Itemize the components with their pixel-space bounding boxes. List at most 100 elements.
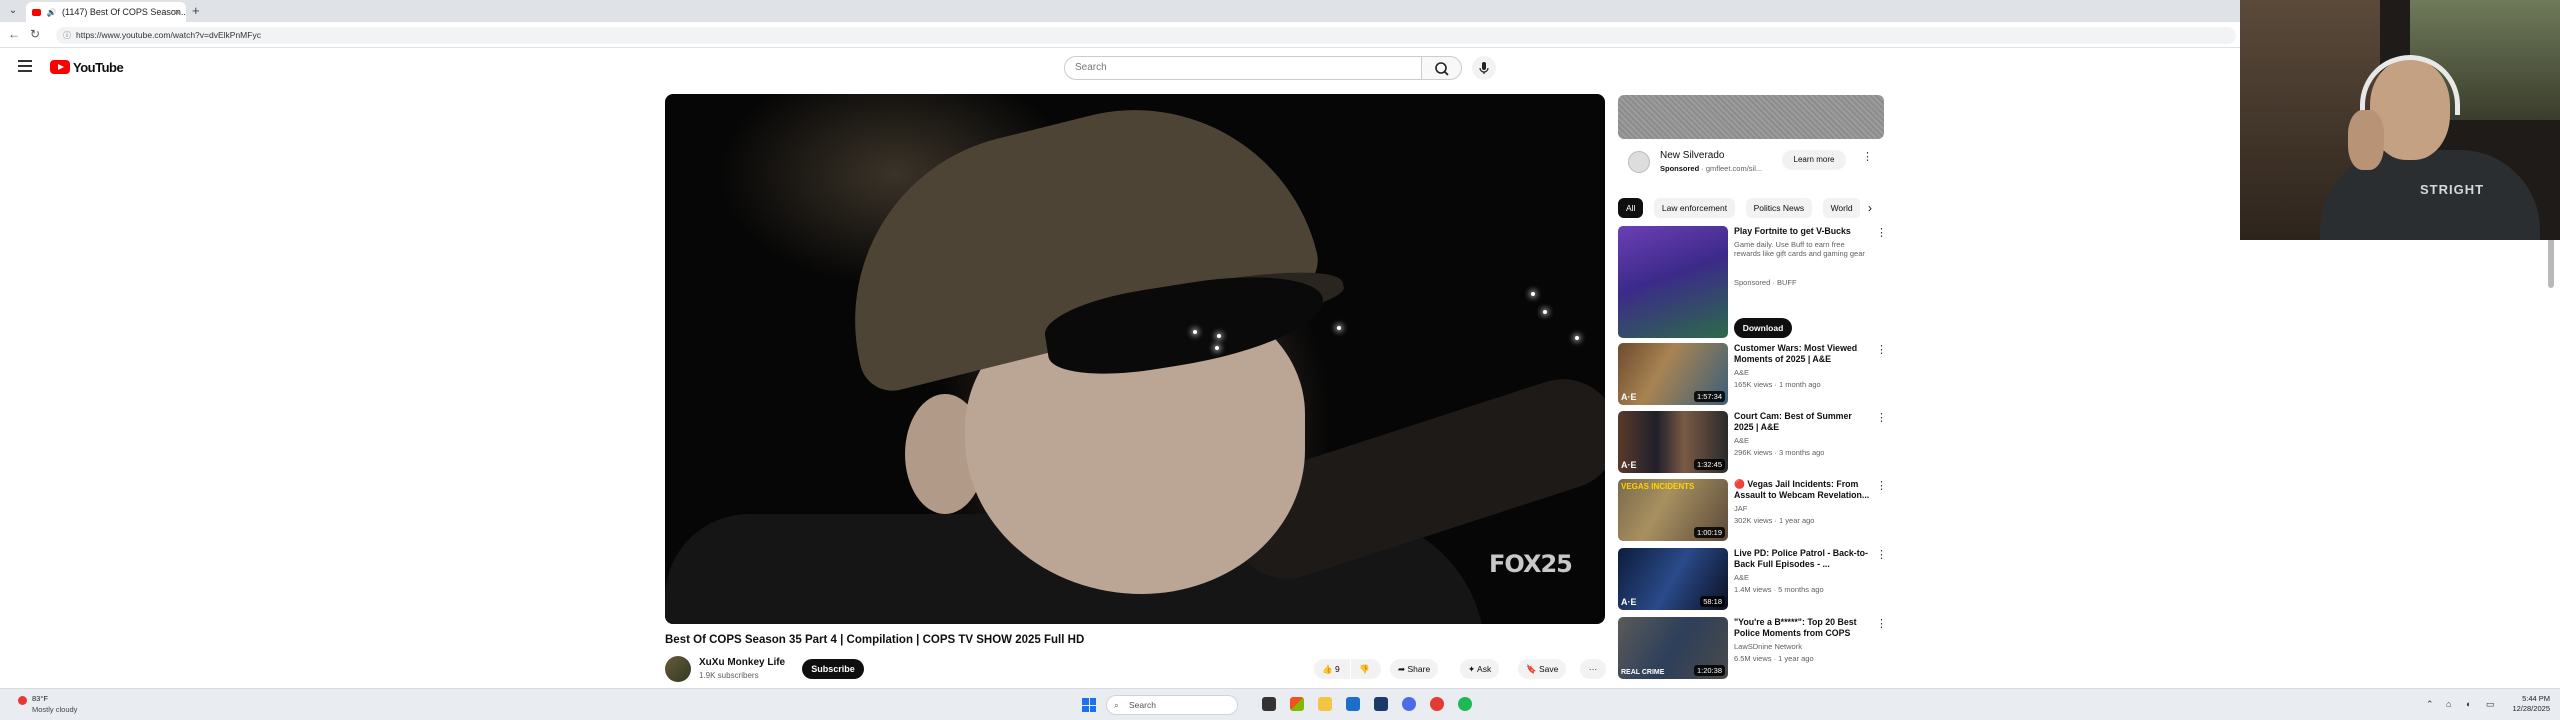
microphone-icon — [1479, 62, 1489, 74]
recommendation-title[interactable]: Customer Wars: Most Viewed Moments of 20… — [1734, 343, 1872, 365]
video-player[interactable]: FOX25 — [665, 94, 1605, 624]
webcam-overlay: STRIGHT — [2240, 0, 2560, 240]
chip-world[interactable]: World — [1822, 198, 1861, 218]
new-tab-button[interactable]: + — [192, 3, 200, 19]
hamburger-menu-icon[interactable] — [18, 60, 32, 72]
more-options-icon[interactable]: ⋮ — [1876, 479, 1887, 492]
spotify-icon[interactable] — [1458, 697, 1472, 711]
tray-chevron-icon[interactable]: ⌃ — [2426, 699, 2434, 710]
chip-law-enforcement[interactable]: Law enforcement — [1653, 198, 1736, 218]
chip-politics-news[interactable]: Politics News — [1745, 198, 1813, 218]
youtube-header: YouTube Search — [0, 48, 2240, 88]
channel-avatar[interactable] — [665, 656, 691, 682]
more-actions-button[interactable]: ··· — [1580, 659, 1606, 679]
youtube-logo[interactable]: YouTube — [50, 59, 124, 75]
chip-all[interactable]: All — [1618, 198, 1644, 218]
video-thumbnail[interactable]: REAL CRIME 1:20:38 — [1618, 617, 1728, 679]
share-button[interactable]: ➦ Share — [1390, 659, 1439, 679]
video-thumbnail[interactable]: A·E 1:32:45 — [1618, 411, 1728, 473]
tab-close-icon[interactable]: × — [175, 2, 180, 22]
tab-list-chevron-icon[interactable]: ⌄ — [4, 3, 22, 19]
sponsored-ad-info[interactable]: New Silverado Sponsored · gmfleet.com/si… — [1618, 143, 1884, 187]
background-light-dot — [1531, 292, 1535, 296]
reload-icon[interactable]: ↻ — [30, 27, 40, 41]
recommendation-title[interactable]: 🔴 Vegas Jail Incidents: From Assault to … — [1734, 479, 1872, 501]
back-arrow-icon[interactable]: ← — [8, 27, 20, 41]
channel-name[interactable]: XuXu Monkey Life — [699, 657, 785, 668]
recommendation-title[interactable]: Court Cam: Best of Summer 2025 | A&E — [1734, 411, 1872, 433]
recommendation-description: Game daily. Use Buff to earn free reward… — [1734, 240, 1865, 258]
search-button[interactable] — [1422, 56, 1462, 80]
battery-icon[interactable]: ▭ — [2486, 699, 2495, 710]
recommendation-title[interactable]: Live PD: Police Patrol - Back-to-Back Fu… — [1734, 548, 1872, 570]
video-thumbnail[interactable] — [1618, 226, 1728, 338]
more-options-icon[interactable]: ⋮ — [1876, 548, 1887, 561]
webcam-shirt-print: STRIGHT — [2420, 182, 2485, 197]
video-thumbnail[interactable]: A·E 58:18 — [1618, 548, 1728, 610]
clock-date: 12/28/2025 — [2512, 704, 2550, 713]
subscribe-button[interactable]: Subscribe — [802, 659, 864, 679]
sponsored-label: Sponsored — [1660, 164, 1700, 173]
edge-browser-icon[interactable] — [1346, 697, 1360, 711]
recommendation-title[interactable]: Play Fortnite to get V-Bucks — [1734, 226, 1872, 237]
site-info-icon[interactable]: ⓘ — [63, 27, 71, 44]
background-light-dot — [1217, 334, 1221, 338]
windows-start-icon[interactable] — [1082, 698, 1096, 712]
task-view-icon[interactable] — [1262, 697, 1276, 711]
copilot-icon[interactable] — [1290, 697, 1304, 711]
learn-more-button[interactable]: Learn more — [1782, 150, 1846, 170]
recommendation-title[interactable]: "You're a B*****": Top 20 Best Police Mo… — [1734, 617, 1872, 639]
system-clock[interactable]: 5:44 PM 12/28/2025 — [2504, 694, 2550, 714]
recommendation-item[interactable]: A·E 1:32:45 Court Cam: Best of Summer 20… — [1618, 411, 1887, 473]
file-explorer-icon[interactable] — [1318, 697, 1332, 711]
bookmark-icon: 🔖 — [1526, 664, 1537, 674]
browser-tab-active[interactable]: 🔊 (1147) Best Of COPS Season... × — [26, 2, 186, 22]
recommendation-item[interactable]: A·E 58:18 Live PD: Police Patrol - Back-… — [1618, 548, 1887, 610]
video-thumbnail[interactable]: A·E 1:57:34 — [1618, 343, 1728, 405]
chrome-icon[interactable] — [1430, 697, 1444, 711]
discord-icon[interactable] — [1402, 697, 1416, 711]
thumbnail-caption: VEGAS INCIDENTS — [1621, 482, 1695, 491]
recommendation-sponsor: Sponsored · BUFF — [1734, 278, 1797, 287]
recommendation-ad[interactable]: Play Fortnite to get V-Bucks Game daily.… — [1618, 226, 1887, 338]
recommendation-channel[interactable]: LawSDnine Network — [1734, 642, 1802, 651]
ask-label: Ask — [1477, 664, 1492, 674]
recommendation-item[interactable]: A·E 1:57:34 Customer Wars: Most Viewed M… — [1618, 343, 1887, 405]
download-button[interactable]: Download — [1734, 318, 1792, 338]
ad-more-options-icon[interactable]: ⋮ — [1862, 150, 1873, 163]
recommendation-meta: 6.5M views · 1 year ago — [1734, 654, 1814, 663]
recommendation-item[interactable]: VEGAS INCIDENTS 1:00:19 🔴 Vegas Jail Inc… — [1618, 479, 1887, 541]
page-scrollbar[interactable] — [2548, 238, 2554, 288]
like-button[interactable]: 👍 9 — [1314, 659, 1350, 679]
save-button[interactable]: 🔖 Save — [1518, 659, 1567, 679]
chips-next-chevron-icon[interactable]: › — [1860, 198, 1880, 218]
dislike-button[interactable]: 👎 — [1351, 659, 1381, 679]
more-options-icon[interactable]: ⋮ — [1876, 226, 1887, 239]
speaker-icon[interactable]: 🔊 — [47, 3, 57, 22]
recommendation-channel[interactable]: A&E — [1734, 573, 1749, 582]
url-text: https://www.youtube.com/watch?v=dvElkPnM… — [76, 30, 261, 40]
terminal-icon[interactable] — [1374, 697, 1388, 711]
more-options-icon[interactable]: ⋮ — [1876, 411, 1887, 424]
recommendation-channel[interactable]: A&E — [1734, 436, 1749, 445]
more-options-icon[interactable]: ⋮ — [1876, 617, 1887, 630]
recommendation-channel[interactable]: A&E — [1734, 368, 1749, 377]
video-thumbnail[interactable]: VEGAS INCIDENTS 1:00:19 — [1618, 479, 1728, 541]
video-duration: 1:00:19 — [1693, 527, 1725, 538]
more-options-icon[interactable]: ⋮ — [1876, 343, 1887, 356]
recommendation-meta: 1.4M views · 5 months ago — [1734, 585, 1824, 594]
taskbar-search-box[interactable]: ⌕ Search — [1106, 695, 1238, 715]
video-duration: 1:20:38 — [1693, 665, 1725, 676]
ask-button[interactable]: ✦ Ask — [1460, 659, 1500, 679]
sponsored-ad-banner[interactable] — [1618, 95, 1884, 139]
recommendation-meta: 302K views · 1 year ago — [1734, 516, 1815, 525]
thumbnail-channel-mark: REAL CRIME — [1621, 669, 1665, 676]
voice-search-button[interactable] — [1472, 56, 1496, 80]
volume-icon[interactable]: ◐ — [2466, 699, 2471, 709]
recommendation-channel[interactable]: JAF — [1734, 504, 1747, 513]
recommendation-item[interactable]: REAL CRIME 1:20:38 "You're a B*****": To… — [1618, 617, 1887, 679]
search-input[interactable]: Search — [1064, 56, 1422, 80]
ad-sponsor-line: Sponsored · gmfleet.com/sil... — [1660, 164, 1762, 173]
url-field[interactable]: ⓘ https://www.youtube.com/watch?v=dvElkP… — [56, 27, 2236, 44]
network-icon[interactable]: ⌂ — [2446, 699, 2451, 709]
